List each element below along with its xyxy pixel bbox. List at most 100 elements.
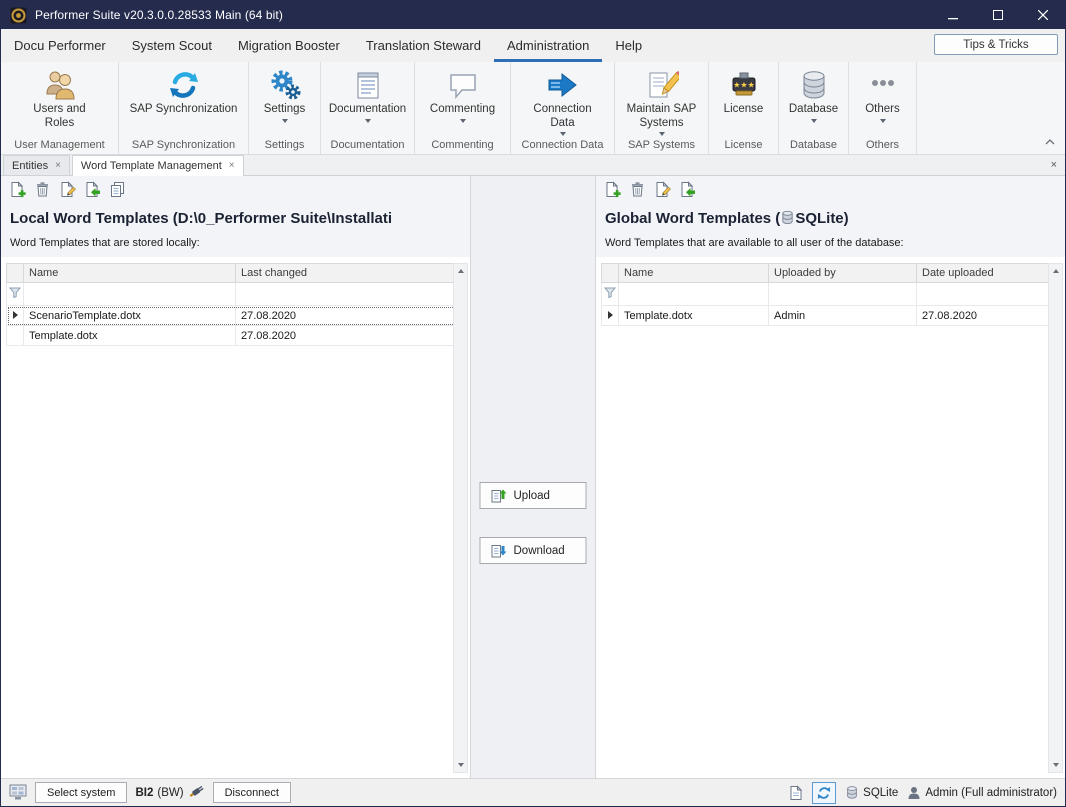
ribbon-group-caption: License [709,137,778,154]
titlebar: Performer Suite v20.3.0.0.28533 Main (64… [1,1,1065,29]
cell-name[interactable]: Template.dotx [619,306,769,326]
filter-row [7,283,462,306]
statusbar-right: SQLite Admin (Full administrator) [789,782,1057,804]
sync-icon [167,69,201,101]
license-button[interactable]: ★★★ License [709,62,778,137]
menu-tab-system-scout[interactable]: System Scout [119,31,225,62]
menu-tab-label: Migration Booster [238,38,340,53]
filter-input-date-uploaded[interactable] [917,283,1057,306]
tabstrip-close-icon[interactable]: × [1051,159,1057,171]
column-header-last-changed[interactable]: Last changed [236,264,462,283]
refresh-button[interactable] [812,782,836,804]
system-type: (BW) [157,787,183,799]
download-button[interactable]: Download [480,537,587,564]
ribbon-group-caption: Commenting [415,137,510,154]
menu-tab-help[interactable]: Help [602,31,655,62]
local-table-area: Name Last changed ScenarioTemplate.dotx [1,257,470,778]
new-template-icon[interactable] [604,181,621,198]
settings-button[interactable]: Settings [249,62,320,137]
table-row[interactable]: Template.dotx 27.08.2020 [7,326,462,346]
copy-template-icon[interactable] [109,181,126,198]
minimize-button[interactable] [930,1,975,29]
filter-funnel-icon[interactable] [604,287,616,298]
local-toolbar [1,176,470,203]
global-vertical-scrollbar[interactable] [1048,263,1063,773]
others-button[interactable]: Others [849,62,916,137]
ribbon-group-caption: Documentation [321,137,414,154]
menu-tab-translation-steward[interactable]: Translation Steward [353,31,494,62]
connection-data-button[interactable]: Connection Data [511,62,614,137]
app-logo-icon [10,7,27,24]
database-icon [798,69,830,101]
menu-tab-docu-performer[interactable]: Docu Performer [1,31,119,62]
ribbon-group-sap-synchronization: SAP Synchronization SAP Synchronization [119,62,249,154]
upload-button[interactable]: Upload [480,482,587,509]
tab-close-icon[interactable]: × [55,161,61,171]
cell-name[interactable]: ScenarioTemplate.dotx [24,306,236,326]
menu-tab-label: Translation Steward [366,38,481,53]
menu-tab-administration[interactable]: Administration [494,31,602,62]
cell-uploaded-by[interactable]: Admin [769,306,917,326]
triangle-down-icon [458,763,464,767]
global-panel-header: Global Word Templates ( SQLite) Word Tem… [596,176,1065,257]
statusbar: Select system BI2 (BW) Disconnect [1,778,1065,806]
scroll-up-arrow[interactable] [454,264,467,278]
delete-template-icon[interactable] [629,181,646,198]
tips-and-tricks-button[interactable]: Tips & Tricks [934,34,1058,55]
column-header-uploaded-by[interactable]: Uploaded by [769,264,917,283]
disconnect-button[interactable]: Disconnect [213,782,291,803]
tab-close-icon[interactable]: × [229,161,235,171]
close-button[interactable] [1020,1,1065,29]
filter-input-uploaded-by[interactable] [769,283,917,306]
ribbon-collapse-button[interactable] [1045,132,1055,150]
column-header-name[interactable]: Name [619,264,769,283]
window-controls [930,1,1065,29]
documentation-button[interactable]: Documentation [321,62,414,137]
column-header-date-uploaded[interactable]: Date uploaded [917,264,1057,283]
select-system-button[interactable]: Select system [35,782,127,803]
database-button[interactable]: Database [779,62,848,137]
filter-input-name[interactable] [619,283,769,306]
scroll-up-arrow[interactable] [1049,264,1062,278]
tab-word-template-management[interactable]: Word Template Management × [72,155,244,176]
cell-last-changed[interactable]: 27.08.2020 [236,326,462,346]
cell-name[interactable]: Template.dotx [24,326,236,346]
chevron-up-icon [1045,139,1055,145]
filter-funnel-icon[interactable] [9,287,21,298]
table-row[interactable]: ScenarioTemplate.dotx 27.08.2020 [7,306,462,326]
ribbon-button-label: License [724,103,764,117]
filter-input-last-changed[interactable] [236,283,462,306]
column-header-name[interactable]: Name [24,264,236,283]
filter-input-name[interactable] [24,283,236,306]
log-document-icon[interactable] [789,785,803,801]
scroll-down-arrow[interactable] [454,758,467,772]
scroll-down-arrow[interactable] [1049,758,1062,772]
menu-tab-migration-booster[interactable]: Migration Booster [225,31,353,62]
sap-synchronization-button[interactable]: SAP Synchronization [119,62,248,137]
rename-template-icon[interactable] [59,181,76,198]
ribbon-button-label: Commenting [430,103,495,117]
cell-date-uploaded[interactable]: 27.08.2020 [917,306,1057,326]
maintain-sap-systems-button[interactable]: Maintain SAP Systems [615,62,708,137]
svg-text:★★★: ★★★ [733,80,755,89]
global-title-suffix: ) [844,210,849,227]
connected-system: BI2 (BW) [135,785,204,800]
cell-last-changed[interactable]: 27.08.2020 [236,306,462,326]
local-vertical-scrollbar[interactable] [453,263,468,773]
maximize-button[interactable] [975,1,1020,29]
new-template-icon[interactable] [9,181,26,198]
ribbon-button-label: Others [865,103,900,117]
ribbon-group-caption: SAP Synchronization [119,137,248,154]
delete-template-icon[interactable] [34,181,51,198]
rename-template-icon[interactable] [654,181,671,198]
edit-template-icon[interactable] [679,181,696,198]
ribbon-group-caption: SAP Systems [615,137,708,154]
tab-entities[interactable]: Entities × [3,155,70,175]
commenting-button[interactable]: Commenting [415,62,510,137]
menubar: Docu Performer System Scout Migration Bo… [1,29,1065,62]
edit-template-icon[interactable] [84,181,101,198]
table-row[interactable]: Template.dotx Admin 27.08.2020 [602,306,1057,326]
triangle-up-icon [1053,269,1059,273]
users-and-roles-button[interactable]: Users and Roles [1,62,118,137]
tab-label: Word Template Management [81,160,222,172]
